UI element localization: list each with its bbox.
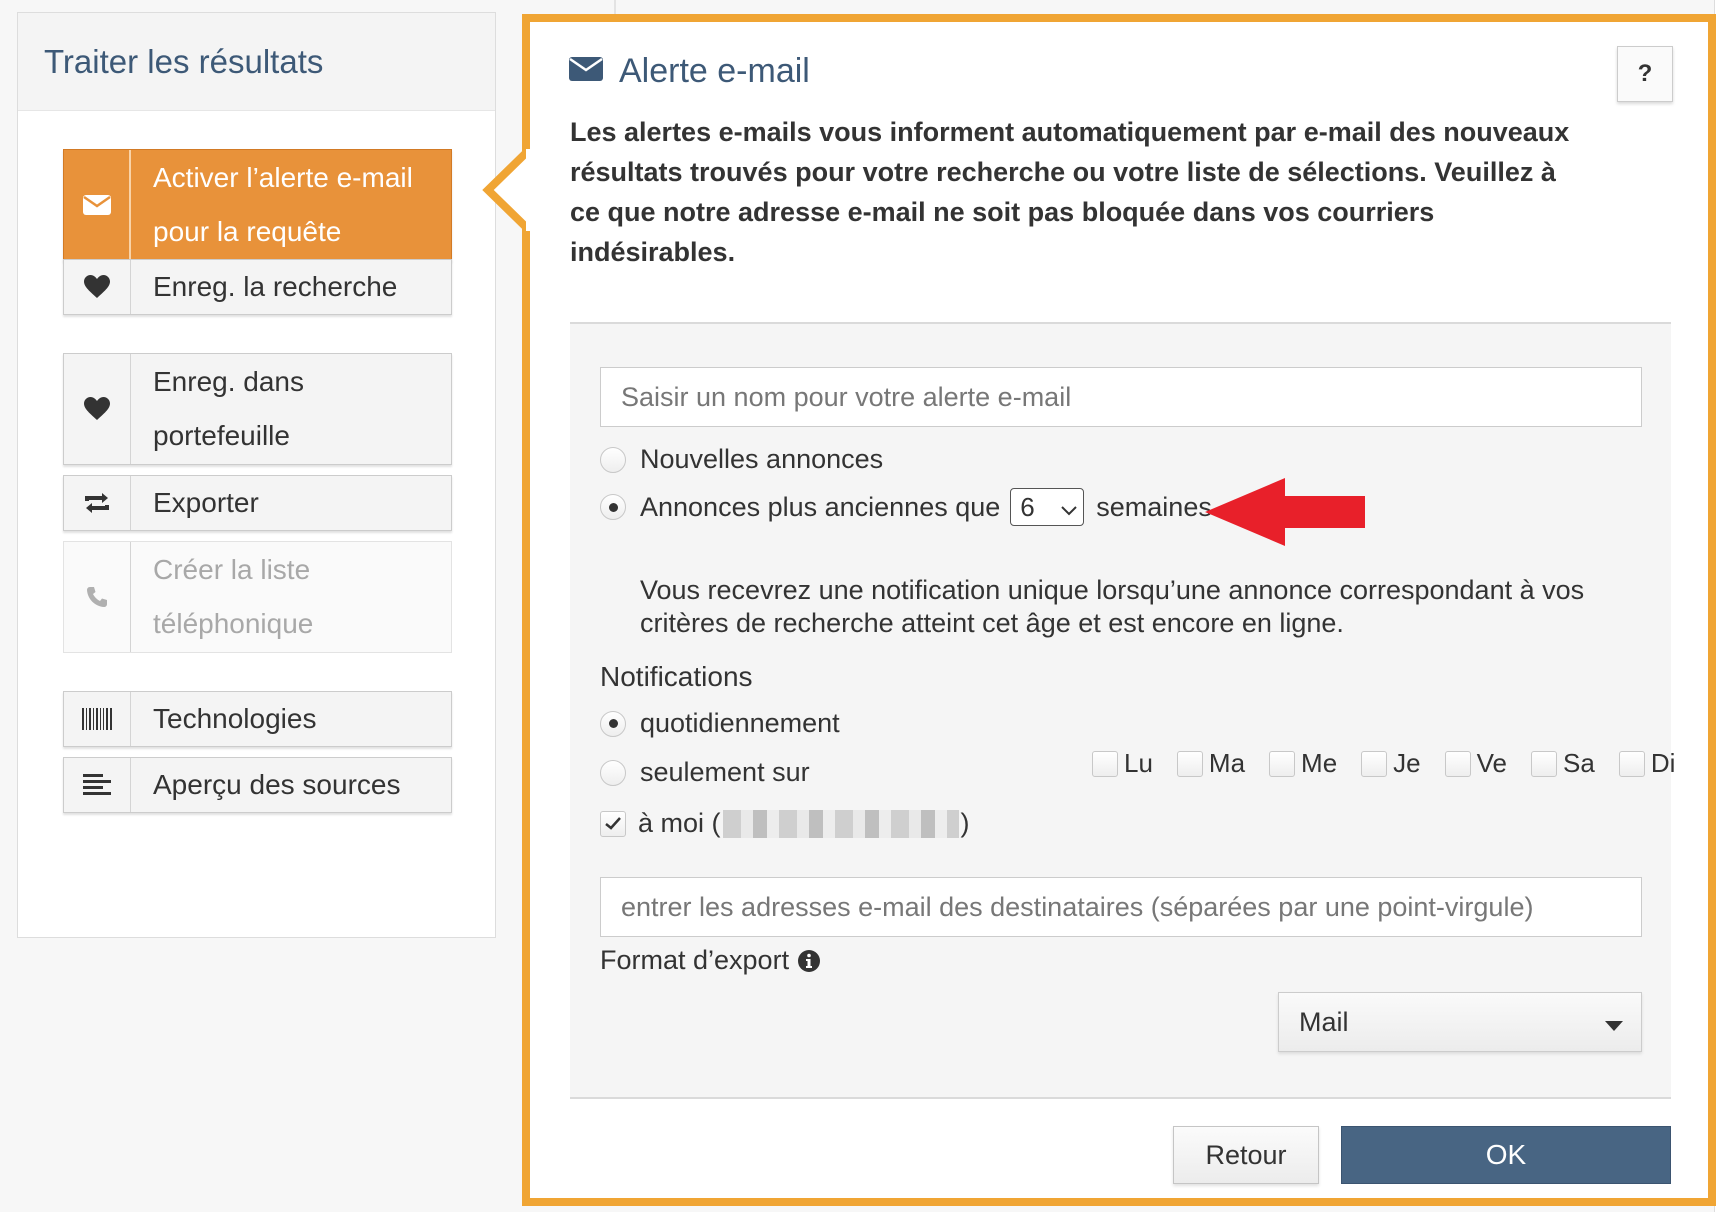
ok-button[interactable]: OK bbox=[1341, 1126, 1671, 1184]
redacted-email bbox=[722, 809, 959, 838]
alert-form: Nouvelles annonces Annonces plus ancienn… bbox=[570, 322, 1675, 1099]
page-divider bbox=[614, 0, 616, 14]
heart-icon bbox=[64, 260, 131, 314]
menu-item-label: Exporter bbox=[153, 487, 259, 518]
back-button[interactable]: Retour bbox=[1173, 1126, 1319, 1184]
day-label: Me bbox=[1301, 748, 1338, 778]
send-to-me-checkbox[interactable] bbox=[600, 810, 626, 837]
day-checkbox[interactable] bbox=[1618, 750, 1645, 777]
day-checkbox[interactable] bbox=[1176, 750, 1203, 777]
checkmark-icon bbox=[605, 817, 621, 830]
retweet-icon bbox=[64, 476, 131, 530]
annotation-arrow bbox=[1205, 478, 1365, 546]
daily-radio[interactable] bbox=[600, 710, 626, 737]
export-button[interactable]: Exporter bbox=[63, 475, 452, 531]
weeks-value: 6 bbox=[1020, 491, 1035, 522]
export-format-label: Format d’export bbox=[600, 945, 790, 975]
export-format-select[interactable]: Mail bbox=[1278, 992, 1642, 1052]
alert-name-input[interactable] bbox=[600, 367, 1642, 427]
day-label: Lu bbox=[1124, 748, 1153, 778]
export-format-value: Mail bbox=[1299, 1006, 1349, 1037]
older-listings-label: Annonces plus anciennes que bbox=[640, 491, 1001, 522]
weeks-select[interactable]: 6 bbox=[1010, 488, 1085, 526]
save-search-button[interactable]: Enreg. la recherche bbox=[63, 259, 452, 315]
menu-item-label: Aperçu des sources bbox=[153, 769, 401, 800]
dialog-header: Alerte e-mail bbox=[569, 52, 810, 91]
older-listings-help-text: Vous recevrez une notification unique lo… bbox=[640, 575, 1585, 638]
day-label: Ve bbox=[1476, 748, 1508, 778]
send-to-me-suffix: ) bbox=[960, 808, 970, 838]
day-checkbox[interactable] bbox=[1092, 750, 1118, 777]
sources-overview-button[interactable]: Aperçu des sources bbox=[63, 757, 452, 813]
day-label: Di bbox=[1650, 748, 1676, 778]
menu-item-label: portefeuille bbox=[153, 420, 290, 451]
daily-option[interactable]: quotidiennement bbox=[600, 708, 840, 739]
new-listings-radio[interactable] bbox=[600, 446, 626, 473]
weeks-unit-label: semaines bbox=[1096, 491, 1212, 522]
barcode-icon bbox=[64, 692, 131, 746]
info-icon[interactable] bbox=[797, 949, 821, 973]
menu-item-label: Créer la liste bbox=[153, 554, 311, 585]
only-on-option[interactable]: seulement sur bbox=[600, 757, 810, 788]
align-left-icon bbox=[64, 758, 131, 812]
menu-item-label: Enreg. dans bbox=[153, 366, 304, 397]
day-checkbox[interactable] bbox=[1361, 750, 1388, 777]
caret-down-icon bbox=[1605, 1007, 1623, 1038]
day-label: Je bbox=[1393, 748, 1421, 778]
weekday-checkboxes: Lu Ma Me Je Ve Sa Di bbox=[1092, 748, 1675, 779]
help-button[interactable]: ? bbox=[1617, 46, 1673, 102]
older-listings-radio[interactable] bbox=[600, 494, 626, 520]
dialog-pointer bbox=[482, 149, 546, 231]
new-listings-option[interactable]: Nouvelles annonces bbox=[600, 444, 883, 475]
export-format-row: Format d’export bbox=[600, 945, 821, 976]
older-listings-option[interactable]: Annonces plus anciennes que 6 semaines bbox=[600, 488, 1212, 526]
save-to-portfolio-button[interactable]: Enreg. dans portefeuille bbox=[63, 353, 452, 465]
menu-item-label: Activer l’alerte e-mail bbox=[153, 162, 413, 193]
phone-icon bbox=[64, 542, 131, 652]
day-checkbox[interactable] bbox=[1531, 750, 1558, 777]
only-on-radio[interactable] bbox=[600, 759, 626, 786]
envelope-icon bbox=[569, 57, 603, 86]
menu-item-label: Enreg. la recherche bbox=[153, 271, 398, 302]
day-thursday[interactable]: Je bbox=[1361, 748, 1421, 779]
panel-header: Traiter les résultats bbox=[18, 13, 495, 111]
envelope-icon bbox=[64, 150, 131, 260]
email-alert-dialog: Alerte e-mail ? Les alertes e-mails vous… bbox=[522, 14, 1716, 1206]
dialog-title: Alerte e-mail bbox=[619, 52, 810, 90]
new-listings-label: Nouvelles annonces bbox=[640, 444, 884, 474]
panel-title: Traiter les résultats bbox=[44, 42, 324, 80]
menu-item-label: Technologies bbox=[153, 703, 317, 734]
send-to-me-prefix: à moi ( bbox=[638, 808, 721, 838]
day-checkbox[interactable] bbox=[1269, 750, 1296, 777]
recipients-input[interactable] bbox=[600, 877, 1642, 937]
send-to-me-option[interactable]: à moi ( ) bbox=[600, 808, 970, 839]
create-phone-list-button: Créer la liste téléphonique bbox=[63, 541, 452, 653]
only-on-label: seulement sur bbox=[640, 757, 810, 787]
technologies-button[interactable]: Technologies bbox=[63, 691, 452, 747]
menu-item-label: téléphonique bbox=[153, 608, 314, 639]
dialog-intro-text: Les alertes e-mails vous informent autom… bbox=[570, 117, 1570, 267]
day-wednesday[interactable]: Me bbox=[1269, 748, 1337, 779]
notifications-label: Notifications bbox=[600, 661, 753, 692]
day-sunday[interactable]: Di bbox=[1618, 748, 1676, 779]
heart-icon bbox=[64, 354, 131, 464]
day-label: Sa bbox=[1563, 748, 1595, 778]
day-checkbox[interactable] bbox=[1444, 750, 1471, 777]
chevron-down-icon bbox=[1061, 492, 1077, 523]
process-results-panel: Traiter les résultats Activer l’alerte e… bbox=[17, 12, 496, 938]
activate-email-alert-button[interactable]: Activer l’alerte e-mail pour la requête bbox=[63, 149, 452, 261]
menu-item-label: pour la requête bbox=[153, 216, 342, 247]
day-label: Ma bbox=[1208, 748, 1246, 778]
day-saturday[interactable]: Sa bbox=[1531, 748, 1595, 779]
day-friday[interactable]: Ve bbox=[1444, 748, 1508, 779]
daily-label: quotidiennement bbox=[640, 708, 840, 738]
day-tuesday[interactable]: Ma bbox=[1176, 748, 1246, 779]
day-monday[interactable]: Lu bbox=[1092, 748, 1153, 779]
